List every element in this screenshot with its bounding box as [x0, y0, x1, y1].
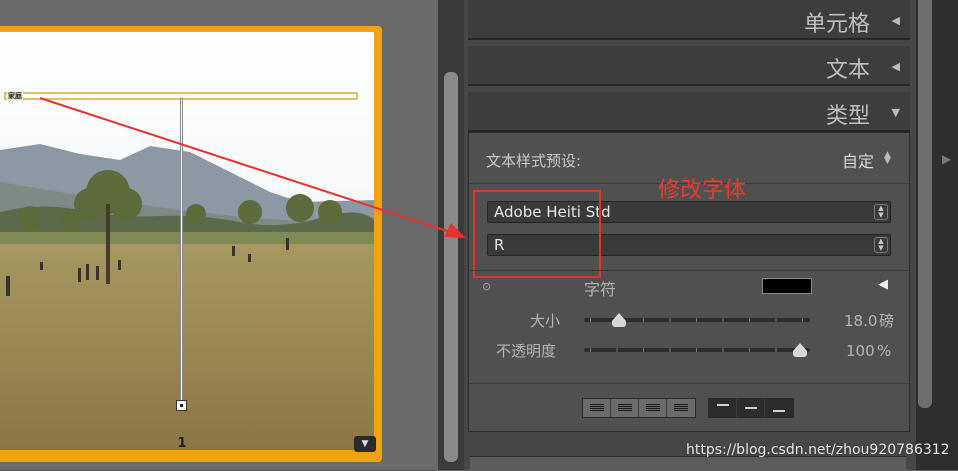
- character-label: 字符: [584, 280, 617, 299]
- align-center-button[interactable]: [611, 399, 639, 417]
- annotation-highlight-box: [473, 190, 601, 278]
- justify-icon: [674, 404, 688, 412]
- text-color-swatch[interactable]: [762, 278, 812, 294]
- align-top-button[interactable]: [709, 399, 737, 417]
- size-label: 大小: [530, 312, 561, 330]
- collapse-triangle-icon: ◀: [891, 14, 900, 27]
- vertical-resize-guide[interactable]: [180, 98, 183, 402]
- page-number: 1: [177, 436, 187, 451]
- align-right-button[interactable]: [639, 399, 667, 417]
- horizontal-alignment-group: [582, 398, 696, 418]
- text-style-preset-label: 文本样式预设:: [486, 152, 582, 170]
- align-left-button[interactable]: [583, 399, 611, 417]
- expand-triangle-icon: ▼: [891, 106, 900, 119]
- opacity-slider-ticks: [590, 348, 804, 352]
- updown-arrows-icon: ▲ ▼: [874, 204, 888, 220]
- canvas-scrollbar-thumb[interactable]: [444, 72, 458, 462]
- size-slider-thumb[interactable]: [612, 313, 627, 327]
- size-value[interactable]: 18.0: [844, 312, 877, 330]
- updown-arrows-icon: ▲ ▼: [874, 237, 888, 253]
- vertical-alignment-group: [708, 398, 794, 418]
- align-center-icon: [617, 404, 632, 412]
- section-header-cell[interactable]: 单元格 ◀: [468, 0, 910, 40]
- align-middle-icon: [744, 407, 757, 411]
- collapse-triangle-icon: ◀: [891, 60, 900, 73]
- align-right-icon: [645, 404, 660, 412]
- divider: [470, 270, 908, 271]
- align-top-icon: [716, 404, 729, 412]
- next-section-header[interactable]: [470, 456, 906, 471]
- align-middle-button[interactable]: [737, 399, 765, 417]
- updown-arrows-icon[interactable]: ▲ ▼: [884, 151, 891, 166]
- section-title: 类型: [825, 104, 870, 129]
- watermark-text: https://blog.csdn.net/zhou920786312: [686, 442, 950, 458]
- section-title: 单元格: [803, 12, 870, 37]
- text-style-preset-select[interactable]: 自定: [842, 148, 874, 172]
- align-left-icon: [589, 404, 604, 412]
- section-title: 文本: [825, 58, 870, 83]
- justify-button[interactable]: [667, 399, 695, 417]
- photo-caption-text[interactable]: 家庭: [7, 92, 23, 101]
- chevron-down-icon[interactable]: ▼: [354, 436, 376, 452]
- opacity-slider-thumb[interactable]: [793, 343, 807, 357]
- panel-collapse-arrow-icon[interactable]: ▶: [942, 152, 951, 166]
- align-bottom-icon: [773, 404, 785, 412]
- opacity-label: 不透明度: [496, 342, 557, 360]
- align-bottom-button[interactable]: [765, 399, 793, 417]
- opacity-value[interactable]: 100: [846, 342, 875, 360]
- resize-handle[interactable]: [176, 400, 187, 411]
- target-adjust-icon[interactable]: ⊙: [482, 280, 491, 293]
- section-header-text[interactable]: 文本 ◀: [468, 46, 910, 86]
- annotation-label: 修改字体: [658, 178, 747, 203]
- section-header-type[interactable]: 类型 ▼: [468, 92, 910, 132]
- opacity-unit: %: [877, 342, 892, 360]
- disclosure-triangle-icon[interactable]: ◀: [878, 277, 888, 292]
- divider: [470, 383, 908, 384]
- panel-scrollbar-thumb[interactable]: [918, 0, 932, 408]
- size-unit: 磅: [879, 312, 895, 330]
